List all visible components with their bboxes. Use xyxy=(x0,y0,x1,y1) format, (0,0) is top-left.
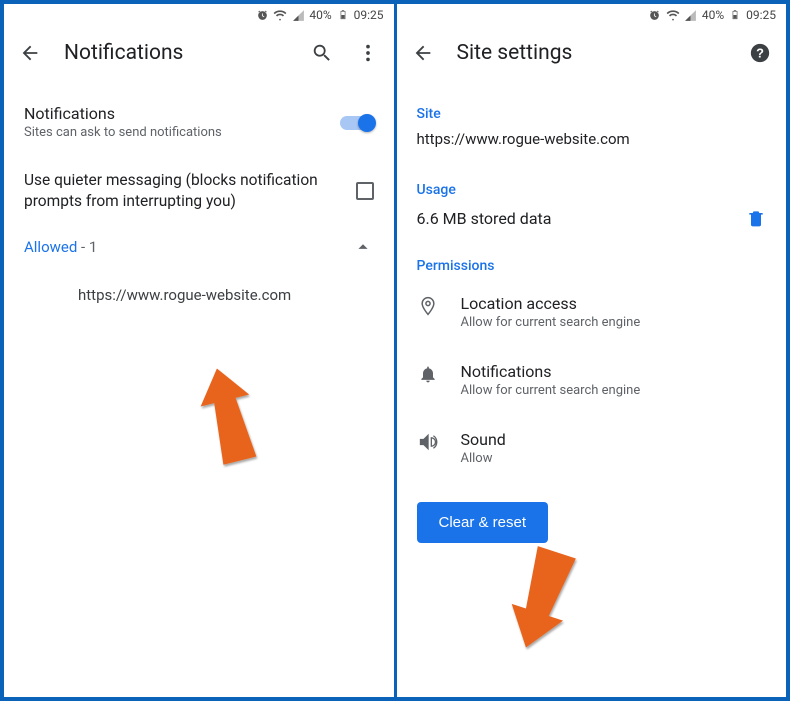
wifi-icon xyxy=(666,8,680,22)
battery-icon xyxy=(336,8,350,22)
notifications-switch[interactable] xyxy=(340,114,374,132)
left-screenshot: 40% 09:25 Notifications Notifications xyxy=(3,3,395,698)
help-icon[interactable]: ? xyxy=(748,41,772,65)
allowed-count: - 1 xyxy=(77,238,97,256)
alarm-icon xyxy=(648,8,662,22)
page-title: Notifications xyxy=(64,41,288,65)
usage-row: 6.6 MB stored data xyxy=(417,202,767,242)
tutorial-composite: PC risk.com 40% 09:25 Notifications xyxy=(0,0,790,701)
quieter-label: Use quieter messaging (blocks notificati… xyxy=(24,170,344,212)
search-icon[interactable] xyxy=(310,41,334,65)
perm-sound-sub: Allow xyxy=(461,451,506,466)
perm-notif-label: Notifications xyxy=(461,362,641,381)
status-bar: 40% 09:25 xyxy=(4,4,394,26)
battery-icon xyxy=(728,8,742,22)
section-site: Site xyxy=(417,90,767,126)
section-usage: Usage xyxy=(417,166,767,202)
allowed-section[interactable]: Allowed - 1 xyxy=(24,226,374,266)
section-permissions: Permissions xyxy=(417,242,767,278)
clock-time: 09:25 xyxy=(354,8,384,22)
battery-percent: 40% xyxy=(702,8,724,22)
allowed-label: Allowed xyxy=(24,238,77,256)
battery-percent: 40% xyxy=(309,8,331,22)
annotation-arrow-left xyxy=(194,362,264,472)
svg-text:?: ? xyxy=(756,46,764,61)
app-bar: Notifications xyxy=(4,26,394,80)
bell-icon xyxy=(417,362,439,384)
location-pin-icon xyxy=(417,294,439,316)
page-title: Site settings xyxy=(457,41,727,65)
usage-value: 6.6 MB stored data xyxy=(417,209,747,228)
site-url: https://www.rogue-website.com xyxy=(417,126,767,166)
alarm-icon xyxy=(255,8,269,22)
signal-icon xyxy=(291,8,305,22)
chevron-up-icon xyxy=(352,236,374,258)
content-area-right: Site https://www.rogue-website.com Usage… xyxy=(397,80,787,563)
wifi-icon xyxy=(273,8,287,22)
perm-notif-sub: Allow for current search engine xyxy=(461,383,641,398)
allowed-site-entry[interactable]: https://www.rogue-website.com xyxy=(24,266,374,312)
permission-location[interactable]: Location access Allow for current search… xyxy=(417,278,767,346)
perm-sound-label: Sound xyxy=(461,430,506,449)
speaker-icon xyxy=(417,430,439,452)
signal-icon xyxy=(684,8,698,22)
clear-reset-button[interactable]: Clear & reset xyxy=(417,502,549,543)
quieter-messaging-row[interactable]: Use quieter messaging (blocks notificati… xyxy=(24,156,374,226)
app-bar-right: Site settings ? xyxy=(397,26,787,80)
perm-location-sub: Allow for current search engine xyxy=(461,315,641,330)
content-area: Notifications Sites can ask to send noti… xyxy=(4,80,394,332)
back-icon[interactable] xyxy=(411,41,435,65)
quieter-checkbox[interactable] xyxy=(356,182,374,200)
trash-icon[interactable] xyxy=(746,208,766,228)
back-icon[interactable] xyxy=(18,41,42,65)
notifications-sub: Sites can ask to send notifications xyxy=(24,125,328,142)
status-bar-right: 40% 09:25 xyxy=(397,4,787,26)
permission-sound[interactable]: Sound Allow xyxy=(417,414,767,482)
notifications-toggle-row[interactable]: Notifications Sites can ask to send noti… xyxy=(24,90,374,156)
right-screenshot: 40% 09:25 Site settings ? Site https://w… xyxy=(395,3,788,698)
clock-time: 09:25 xyxy=(746,8,776,22)
overflow-menu-icon[interactable] xyxy=(356,41,380,65)
permission-notifications[interactable]: Notifications Allow for current search e… xyxy=(417,346,767,414)
site-url-text: https://www.rogue-website.com xyxy=(78,286,291,304)
perm-location-label: Location access xyxy=(461,294,641,313)
notifications-label: Notifications xyxy=(24,104,328,123)
